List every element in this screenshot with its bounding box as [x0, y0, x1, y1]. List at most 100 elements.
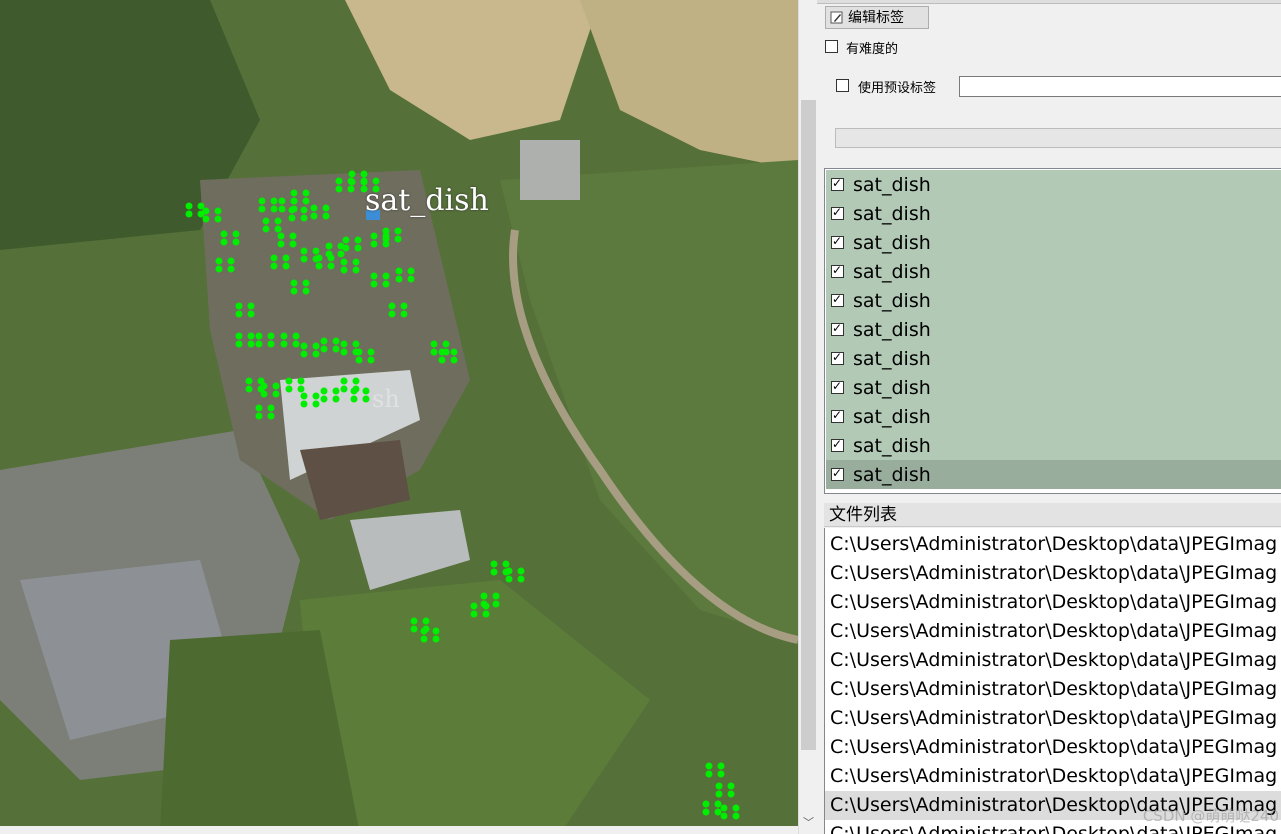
- annotation-point[interactable]: [714, 800, 722, 808]
- label-item[interactable]: sat_dish: [826, 344, 1281, 373]
- annotation-point[interactable]: [215, 265, 223, 273]
- file-list-item[interactable]: C:\Users\Administrator\Desktop\data\JPEG…: [825, 559, 1281, 588]
- annotation-point[interactable]: [255, 412, 263, 420]
- annotation-point[interactable]: [450, 348, 458, 356]
- file-list-item[interactable]: C:\Users\Administrator\Desktop\data\JPEG…: [825, 733, 1281, 762]
- annotation-point[interactable]: [302, 287, 310, 295]
- annotation-point[interactable]: [438, 348, 446, 356]
- annotation-point[interactable]: [388, 302, 396, 310]
- annotation-point[interactable]: [247, 310, 255, 318]
- label-item-checkbox[interactable]: [831, 321, 844, 336]
- annotation-point[interactable]: [280, 340, 288, 348]
- annotation-point[interactable]: [505, 575, 513, 583]
- annotation-point[interactable]: [185, 210, 193, 218]
- annotation-point[interactable]: [247, 340, 255, 348]
- annotation-point[interactable]: [272, 382, 280, 390]
- annotation-point[interactable]: [340, 266, 348, 274]
- annotation-point[interactable]: [502, 560, 510, 568]
- label-item[interactable]: sat_dish: [826, 257, 1281, 286]
- annotation-point[interactable]: [285, 377, 293, 385]
- canvas-horizontal-scrollbar[interactable]: [0, 826, 798, 834]
- annotation-point[interactable]: [370, 280, 378, 288]
- annotation-point[interactable]: [350, 387, 358, 395]
- label-item-checkbox[interactable]: [831, 292, 844, 307]
- annotation-point[interactable]: [442, 340, 450, 348]
- annotation-point[interactable]: [422, 617, 430, 625]
- annotation-point[interactable]: [300, 214, 308, 222]
- annotation-point[interactable]: [290, 189, 298, 197]
- label-item-checkbox[interactable]: [831, 234, 844, 249]
- label-item[interactable]: sat_dish: [826, 286, 1281, 315]
- annotation-point[interactable]: [260, 390, 268, 398]
- label-item[interactable]: sat_dish: [826, 315, 1281, 344]
- annotation-point[interactable]: [290, 279, 298, 287]
- annotation-point[interactable]: [355, 348, 363, 356]
- annotation-point[interactable]: [285, 385, 293, 393]
- file-list-item[interactable]: C:\Users\Administrator\Desktop\data\JPEG…: [825, 530, 1281, 559]
- annotation-point[interactable]: [482, 602, 490, 610]
- annotation-point[interactable]: [717, 762, 725, 770]
- annotation-point[interactable]: [255, 332, 263, 340]
- annotation-point[interactable]: [214, 215, 222, 223]
- annotation-point[interactable]: [288, 206, 296, 214]
- image-canvas[interactable]: sat_dish sh: [0, 0, 798, 834]
- annotation-point[interactable]: [705, 770, 713, 778]
- scroll-down-icon[interactable]: ﹀: [799, 814, 818, 832]
- annotation-point[interactable]: [322, 212, 330, 220]
- annotation-point[interactable]: [288, 214, 296, 222]
- annotation-point[interactable]: [220, 238, 228, 246]
- annotation-point[interactable]: [277, 232, 285, 240]
- annotation-point[interactable]: [362, 387, 370, 395]
- annotation-point[interactable]: [420, 627, 428, 635]
- annotation-point[interactable]: [410, 617, 418, 625]
- annotation-point[interactable]: [312, 342, 320, 350]
- label-item[interactable]: sat_dish: [826, 402, 1281, 431]
- annotation-point[interactable]: [517, 567, 525, 575]
- annotation-point[interactable]: [340, 258, 348, 266]
- annotation-point[interactable]: [407, 275, 415, 283]
- use-preset-checkbox[interactable]: [836, 79, 849, 92]
- annotation-point[interactable]: [360, 170, 368, 178]
- annotation-point[interactable]: [315, 254, 323, 262]
- annotation-point[interactable]: [407, 267, 415, 275]
- annotation-point[interactable]: [492, 600, 500, 608]
- label-item-checkbox[interactable]: [831, 466, 844, 481]
- annotation-point[interactable]: [245, 377, 253, 385]
- annotation-point[interactable]: [732, 812, 740, 820]
- annotation-point[interactable]: [352, 340, 360, 348]
- annotation-point[interactable]: [277, 240, 285, 248]
- annotation-point[interactable]: [350, 395, 358, 403]
- annotation-point[interactable]: [352, 377, 360, 385]
- annotation-point[interactable]: [267, 340, 275, 348]
- difficult-checkbox[interactable]: [825, 40, 838, 53]
- annotation-point[interactable]: [267, 332, 275, 340]
- annotation-point[interactable]: [470, 602, 478, 610]
- annotation-point[interactable]: [342, 236, 350, 244]
- annotation-point[interactable]: [312, 392, 320, 400]
- annotation-point[interactable]: [289, 240, 297, 248]
- label-item[interactable]: sat_dish: [826, 228, 1281, 257]
- annotation-point[interactable]: [297, 377, 305, 385]
- annotation-point[interactable]: [270, 197, 278, 205]
- annotation-point[interactable]: [270, 262, 278, 270]
- annotation-point[interactable]: [267, 404, 275, 412]
- annotation-point[interactable]: [332, 387, 340, 395]
- annotation-point[interactable]: [290, 287, 298, 295]
- annotation-point[interactable]: [310, 204, 318, 212]
- annotation-point[interactable]: [290, 197, 298, 205]
- annotation-point[interactable]: [262, 217, 270, 225]
- annotation-point[interactable]: [340, 385, 348, 393]
- annotation-point[interactable]: [438, 356, 446, 364]
- annotation-point[interactable]: [267, 412, 275, 420]
- annotation-point[interactable]: [355, 356, 363, 364]
- annotation-point[interactable]: [215, 257, 223, 265]
- label-item[interactable]: sat_dish: [826, 431, 1281, 460]
- annotation-point[interactable]: [367, 348, 375, 356]
- annotation-point[interactable]: [325, 242, 333, 250]
- annotation-point[interactable]: [300, 255, 308, 263]
- annotation-point[interactable]: [400, 310, 408, 318]
- label-item[interactable]: sat_dish: [826, 460, 1281, 489]
- annotation-point[interactable]: [235, 332, 243, 340]
- annotation-point[interactable]: [714, 808, 722, 816]
- annotation-point[interactable]: [430, 340, 438, 348]
